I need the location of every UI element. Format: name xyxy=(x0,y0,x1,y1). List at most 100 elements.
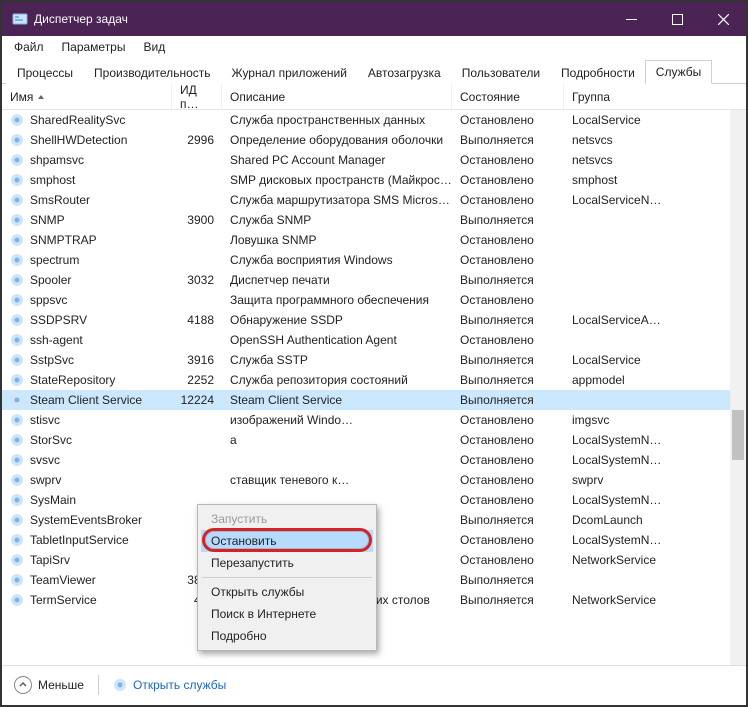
cell-desc: Диспетчер печати xyxy=(222,270,452,290)
cell-status: Выполняется xyxy=(452,390,564,410)
table-row[interactable]: SmsRouterСлужба маршрутизатора SMS Micro… xyxy=(2,190,746,210)
col-header-pid[interactable]: ИД п… xyxy=(172,84,222,109)
close-button[interactable] xyxy=(700,2,746,36)
col-header-name[interactable]: Имя xyxy=(2,84,172,109)
menubar: Файл Параметры Вид xyxy=(2,36,746,58)
table-row[interactable]: ssh-agentOpenSSH Authentication AgentОст… xyxy=(2,330,746,350)
table-row[interactable]: SstpSvc3916Служба SSTPВыполняетсяLocalSe… xyxy=(2,350,746,370)
titlebar[interactable]: Диспетчер задач xyxy=(2,2,746,36)
menu-view[interactable]: Вид xyxy=(135,37,173,57)
table-row[interactable]: ShellHWDetection2996Определение оборудов… xyxy=(2,130,746,150)
service-gear-icon xyxy=(10,273,24,287)
services-table: Имя ИД п… Описание Состояние Группа Shar… xyxy=(2,84,746,666)
cell-pid: 3900 xyxy=(172,210,222,230)
col-header-desc[interactable]: Описание xyxy=(222,84,452,109)
cell-name-text: sppsvc xyxy=(30,293,67,307)
table-row[interactable]: svsvcОстановленоLocalSystemN… xyxy=(2,450,746,470)
table-row[interactable]: SNMP3900Служба SNMPВыполняется xyxy=(2,210,746,230)
minimize-button[interactable] xyxy=(608,2,654,36)
cell-name: sppsvc xyxy=(2,290,172,310)
cell-pid xyxy=(172,250,222,270)
cell-group xyxy=(564,270,746,290)
vertical-scrollbar[interactable] xyxy=(730,110,746,665)
service-gear-icon xyxy=(10,533,24,547)
table-row[interactable]: StorSvcаОстановленоLocalSystemN… xyxy=(2,430,746,450)
service-gear-icon xyxy=(10,193,24,207)
table-row[interactable]: spectrumСлужба восприятия WindowsОстанов… xyxy=(2,250,746,270)
cell-name-text: svsvc xyxy=(30,453,60,467)
table-row[interactable]: Spooler3032Диспетчер печатиВыполняется xyxy=(2,270,746,290)
table-row[interactable]: Steam Client Service12224Steam Client Se… xyxy=(2,390,746,410)
cell-desc: Обнаружение SSDP xyxy=(222,310,452,330)
context-menu-restart[interactable]: Перезапустить xyxy=(201,552,373,574)
service-gear-icon xyxy=(10,133,24,147)
window-title: Диспетчер задач xyxy=(34,12,128,26)
menu-file[interactable]: Файл xyxy=(6,37,52,57)
table-row[interactable]: stisvcизображений Windo…Остановленоimgsv… xyxy=(2,410,746,430)
cell-group: DcomLaunch xyxy=(564,510,746,530)
cell-desc: ставщик теневого к… xyxy=(222,470,452,490)
cell-status: Выполняется xyxy=(452,370,564,390)
cell-group: appmodel xyxy=(564,370,746,390)
cell-name-text: ShellHWDetection xyxy=(30,133,127,147)
tab-details[interactable]: Подробности xyxy=(550,61,646,84)
cell-pid xyxy=(172,290,222,310)
col-header-group[interactable]: Группа xyxy=(564,84,746,109)
cell-group: imgsvc xyxy=(564,410,746,430)
table-row[interactable]: SSDPSRV4188Обнаружение SSDPВыполняетсяLo… xyxy=(2,310,746,330)
service-gear-icon xyxy=(10,393,24,407)
cell-status: Остановлено xyxy=(452,550,564,570)
service-gear-icon xyxy=(10,293,24,307)
cell-desc: Steam Client Service xyxy=(222,390,452,410)
scrollbar-thumb[interactable] xyxy=(732,410,744,460)
menu-options[interactable]: Параметры xyxy=(54,37,134,57)
fewer-details-button[interactable]: Меньше xyxy=(14,676,84,694)
table-row[interactable]: StateRepository2252Служба репозитория со… xyxy=(2,370,746,390)
cell-status: Выполняется xyxy=(452,590,564,610)
cell-name-text: SNMPTRAP xyxy=(30,233,97,247)
cell-pid xyxy=(172,110,222,130)
cell-status: Остановлено xyxy=(452,470,564,490)
cell-name: TeamViewer xyxy=(2,570,172,590)
col-header-name-label: Имя xyxy=(10,90,33,104)
tab-startup[interactable]: Автозагрузка xyxy=(357,61,452,84)
context-menu-details[interactable]: Подробно xyxy=(201,625,373,647)
fewer-details-label: Меньше xyxy=(38,678,84,692)
table-row[interactable]: smphostSMP дисковых пространств (Майкрос… xyxy=(2,170,746,190)
maximize-button[interactable] xyxy=(654,2,700,36)
table-row[interactable]: swprvставщик теневого к…Остановленоswprv xyxy=(2,470,746,490)
table-row[interactable]: SharedRealitySvcСлужба пространственных … xyxy=(2,110,746,130)
cell-name-text: SNMP xyxy=(30,213,65,227)
cell-status: Выполняется xyxy=(452,570,564,590)
table-row[interactable]: shpamsvcShared PC Account ManagerОстанов… xyxy=(2,150,746,170)
tab-users[interactable]: Пользователи xyxy=(451,61,551,84)
cell-status: Остановлено xyxy=(452,430,564,450)
cell-name: ssh-agent xyxy=(2,330,172,350)
tab-services[interactable]: Службы xyxy=(645,60,712,84)
gear-icon xyxy=(113,678,127,692)
cell-name: TabletInputService xyxy=(2,530,172,550)
cell-status: Остановлено xyxy=(452,330,564,350)
service-gear-icon xyxy=(10,573,24,587)
cell-group: LocalSystemN… xyxy=(564,530,746,550)
cell-group xyxy=(564,330,746,350)
cell-desc xyxy=(222,450,452,470)
open-services-link[interactable]: Открыть службы xyxy=(113,678,226,692)
cell-name-text: Steam Client Service xyxy=(30,393,142,407)
cell-name-text: SmsRouter xyxy=(30,193,90,207)
cell-name: TapiSrv xyxy=(2,550,172,570)
table-row[interactable]: sppsvcЗащита программного обеспеченияОст… xyxy=(2,290,746,310)
service-gear-icon xyxy=(10,433,24,447)
cell-pid: 3032 xyxy=(172,270,222,290)
context-menu-open-services[interactable]: Открыть службы xyxy=(201,581,373,603)
tab-app-history[interactable]: Журнал приложений xyxy=(221,61,358,84)
table-row[interactable]: SNMPTRAPЛовушка SNMPОстановлено xyxy=(2,230,746,250)
cell-name-text: SysMain xyxy=(30,493,76,507)
col-header-status[interactable]: Состояние xyxy=(452,84,564,109)
tab-processes[interactable]: Процессы xyxy=(6,61,84,84)
tab-performance[interactable]: Производительность xyxy=(83,61,221,84)
cell-name-text: spectrum xyxy=(30,253,79,267)
context-menu-search-online[interactable]: Поиск в Интернете xyxy=(201,603,373,625)
context-menu-stop[interactable]: Остановить xyxy=(201,530,373,552)
cell-name-text: StateRepository xyxy=(30,373,115,387)
